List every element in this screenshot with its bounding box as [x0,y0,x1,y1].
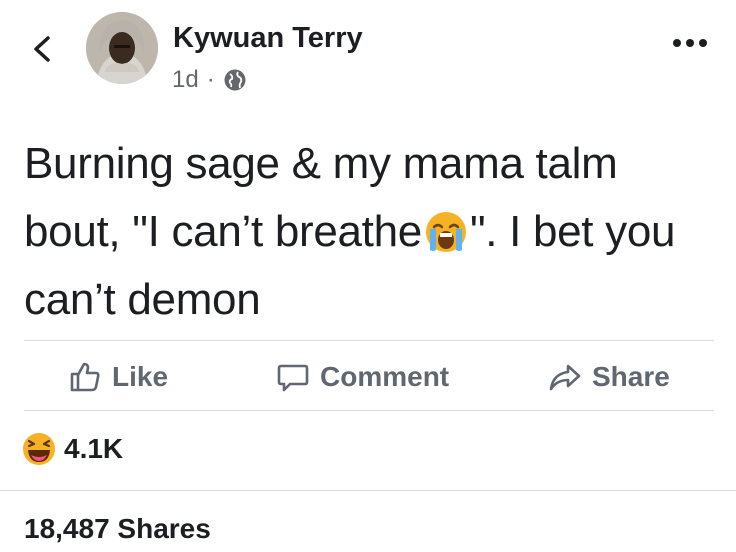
more-options-icon[interactable] [670,36,710,50]
avatar-photo [86,12,158,84]
post-timestamp[interactable]: 1d [172,66,199,94]
reaction-count: 4.1K [64,433,124,464]
meta-separator: · [206,66,215,93]
thumbs-up-icon [70,362,100,392]
action-bar: Like Comment Share [0,345,736,409]
comment-button[interactable]: Comment [276,345,449,409]
post-meta: 1d · [172,66,247,94]
laughing-face-emoji [23,433,55,465]
author-name[interactable]: Kywuan Terry [173,22,363,55]
share-button[interactable]: Share [548,345,670,409]
like-label: Like [112,361,169,392]
like-button[interactable]: Like [68,345,168,409]
divider-middle [24,410,714,411]
back-arrow-icon[interactable] [30,34,54,64]
globe-icon [224,69,246,91]
divider-bottom [0,490,736,491]
comment-bubble-icon [277,364,309,392]
post-header: Kywuan Terry 1d · [0,0,736,110]
shares-count[interactable]: 18,487 Shares [24,513,211,545]
comment-label: Comment [320,361,450,392]
post-text: Burning sage & my mama talm bout, "I can… [24,130,714,334]
share-label: Share [592,361,670,392]
avatar[interactable] [86,12,158,84]
share-arrow-icon [549,364,581,391]
loudly-crying-face-emoji [425,212,466,252]
divider-top [24,340,714,341]
reactions-summary[interactable]: 4.1K [22,432,123,466]
